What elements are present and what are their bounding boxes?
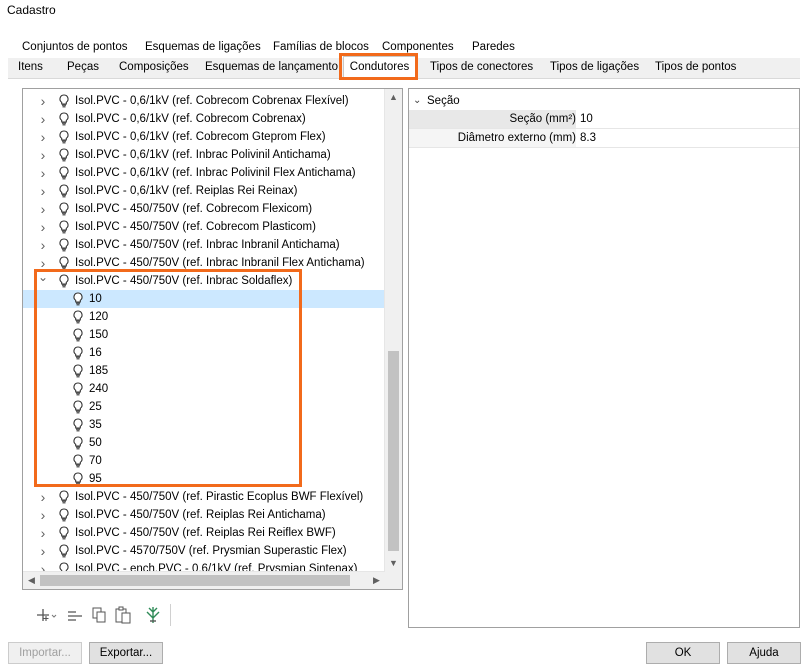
- tab-paredes[interactable]: Paredes: [472, 41, 515, 53]
- properties-grid[interactable]: ⌄ Seção Seção (mm²) 10 Diâmetro externo …: [408, 88, 800, 628]
- tree-item[interactable]: › Isol.PVC - 0,6/1kV (ref. Cobrecom Cobre…: [23, 92, 385, 110]
- chevron-right-icon[interactable]: ›: [37, 488, 49, 506]
- tree-item[interactable]: › Isol.PVC - 0,6/1kV (ref. Cobrecom Cobre…: [23, 110, 385, 128]
- tree-icon[interactable]: [142, 606, 164, 624]
- lightbulb-icon: [58, 508, 70, 522]
- tree-item[interactable]: › Isol.PVC - 450/750V (ref. Pirastic Ecop…: [23, 488, 385, 506]
- property-value[interactable]: 10: [580, 110, 593, 128]
- vertical-scroll-thumb[interactable]: [388, 351, 399, 551]
- tab-componentes[interactable]: Componentes: [382, 41, 454, 53]
- tree-item-label: Isol.PVC - 0,6/1kV (ref. Cobrecom Cobren…: [75, 113, 306, 125]
- active-tab-highlight: [339, 53, 418, 80]
- tab-tipos-de-ligacoes[interactable]: Tipos de ligações: [550, 61, 639, 73]
- chevron-right-icon[interactable]: ›: [37, 164, 49, 182]
- chevron-right-icon[interactable]: ›: [37, 92, 49, 110]
- property-name: Seção (mm²): [409, 110, 576, 128]
- property-value[interactable]: 8.3: [580, 129, 596, 147]
- lightbulb-icon: [58, 148, 70, 162]
- tree-item[interactable]: › Isol.PVC - 0,6/1kV (ref. Reiplas Rei Re…: [23, 182, 385, 200]
- expanded-group-highlight: [34, 269, 302, 487]
- chevron-right-icon[interactable]: ›: [37, 110, 49, 128]
- remove-icon[interactable]: [65, 606, 85, 624]
- scroll-down-icon[interactable]: ▼: [385, 555, 402, 572]
- tree-item-label: Isol.PVC - 450/750V (ref. Pirastic Ecopl…: [75, 491, 364, 503]
- lightbulb-icon: [58, 544, 70, 558]
- scroll-right-icon[interactable]: ▶: [368, 572, 385, 589]
- chevron-right-icon[interactable]: ›: [37, 506, 49, 524]
- tab-pecas[interactable]: Peças: [67, 61, 99, 73]
- chevron-right-icon[interactable]: ›: [37, 524, 49, 542]
- tab-esquemas-de-ligacoes[interactable]: Esquemas de ligações: [145, 41, 261, 53]
- paste-icon[interactable]: [113, 606, 135, 624]
- tree-item[interactable]: › Isol.PVC - 450/750V (ref. Reiplas Rei A…: [23, 506, 385, 524]
- tree-item[interactable]: › Isol.PVC - 450/750V (ref. Inbrac Inbran…: [23, 236, 385, 254]
- tree-item-label: Isol.PVC - 450/750V (ref. Inbrac Inbrani…: [75, 239, 340, 251]
- property-category[interactable]: ⌄ Seção: [409, 92, 799, 110]
- ok-button[interactable]: OK: [646, 642, 720, 664]
- lightbulb-icon: [58, 130, 70, 144]
- property-category-label: Seção: [427, 95, 460, 107]
- tree-item[interactable]: › Isol.PVC - 450/750V (ref. Reiplas Rei R…: [23, 524, 385, 542]
- vertical-scrollbar[interactable]: ▲ ▼: [384, 89, 402, 572]
- export-button[interactable]: Exportar...: [89, 642, 163, 664]
- add-icon[interactable]: [33, 606, 59, 624]
- tab-familias-de-blocos[interactable]: Famílias de blocos: [273, 41, 369, 53]
- tree-item[interactable]: › Isol.PVC - 4570/750V (ref. Prysmian Sup…: [23, 542, 385, 560]
- lightbulb-icon: [58, 166, 70, 180]
- tree-item-label: Isol.PVC - 0,6/1kV (ref. Cobrecom Cobren…: [75, 95, 349, 107]
- chevron-right-icon[interactable]: ›: [37, 146, 49, 164]
- scroll-up-icon[interactable]: ▲: [385, 89, 402, 106]
- window-title: Cadastro: [7, 3, 56, 17]
- tab-esquemas-de-lancamento[interactable]: Esquemas de lançamento: [205, 61, 338, 73]
- tree-item-label: Isol.PVC - 450/750V (ref. Reiplas Rei An…: [75, 509, 326, 521]
- tree-item-label: Isol.PVC - 450/750V (ref. Reiplas Rei Re…: [75, 527, 336, 539]
- chevron-right-icon[interactable]: ›: [37, 236, 49, 254]
- tree-item-label: Isol.PVC - 0,6/1kV (ref. Inbrac Polivini…: [75, 149, 331, 161]
- tab-composicoes[interactable]: Composições: [119, 61, 189, 73]
- lightbulb-icon: [58, 526, 70, 540]
- lightbulb-icon: [58, 112, 70, 126]
- chevron-right-icon[interactable]: ›: [37, 542, 49, 560]
- tab-itens[interactable]: Itens: [18, 61, 43, 73]
- property-row-secao[interactable]: Seção (mm²) 10: [409, 110, 799, 129]
- chevron-right-icon[interactable]: ›: [37, 182, 49, 200]
- tree-item[interactable]: › Isol.PVC - 0,6/1kV (ref. Cobrecom Gtepr…: [23, 128, 385, 146]
- chevron-right-icon[interactable]: ›: [37, 128, 49, 146]
- copy-icon[interactable]: [89, 606, 109, 624]
- tree-item-label: Isol.PVC - 450/750V (ref. Cobrecom Flexi…: [75, 203, 313, 215]
- scroll-left-icon[interactable]: ◀: [23, 572, 40, 589]
- chevron-down-icon[interactable]: ⌄: [413, 92, 421, 110]
- tree-item[interactable]: › Isol.PVC - 450/750V (ref. Cobrecom Plas…: [23, 218, 385, 236]
- tree-item-label: Isol.PVC - 450/750V (ref. Cobrecom Plast…: [75, 221, 316, 233]
- lightbulb-icon: [58, 490, 70, 504]
- tree-item-label: Isol.PVC - 4570/750V (ref. Prysmian Supe…: [75, 545, 347, 557]
- horizontal-scroll-thumb[interactable]: [40, 575, 350, 586]
- lightbulb-icon: [58, 220, 70, 234]
- property-name: Diâmetro externo (mm): [409, 129, 576, 147]
- toolbar-separator: [170, 604, 171, 626]
- tree-item-label: Isol.PVC - 0,6/1kV (ref. Cobrecom Gtepro…: [75, 131, 326, 143]
- chevron-right-icon[interactable]: ›: [37, 200, 49, 218]
- lightbulb-icon: [58, 238, 70, 252]
- chevron-right-icon[interactable]: ›: [37, 218, 49, 236]
- property-row-diametro[interactable]: Diâmetro externo (mm) 8.3: [409, 129, 799, 148]
- scrollbar-corner: [385, 572, 402, 589]
- lightbulb-icon: [58, 94, 70, 108]
- tab-conjuntos-de-pontos[interactable]: Conjuntos de pontos: [22, 41, 128, 53]
- lightbulb-icon: [58, 256, 70, 270]
- lightbulb-icon: [58, 202, 70, 216]
- tree-item[interactable]: › Isol.PVC - 450/750V (ref. Cobrecom Flex…: [23, 200, 385, 218]
- help-button[interactable]: Ajuda: [727, 642, 801, 664]
- lightbulb-icon: [58, 184, 70, 198]
- tab-tipos-de-conectores[interactable]: Tipos de conectores: [430, 61, 533, 73]
- tab-tipos-de-pontos[interactable]: Tipos de pontos: [655, 61, 736, 73]
- tree-item[interactable]: › Isol.PVC - 0,6/1kV (ref. Inbrac Polivin…: [23, 164, 385, 182]
- import-button[interactable]: Importar...: [8, 642, 82, 664]
- tree-item-label: Isol.PVC - 0,6/1kV (ref. Inbrac Polivini…: [75, 167, 356, 179]
- tree-item-label: Isol.PVC - 0,6/1kV (ref. Reiplas Rei Rei…: [75, 185, 298, 197]
- horizontal-scrollbar[interactable]: ◀ ▶: [23, 571, 385, 589]
- tree-item[interactable]: › Isol.PVC - 0,6/1kV (ref. Inbrac Polivin…: [23, 146, 385, 164]
